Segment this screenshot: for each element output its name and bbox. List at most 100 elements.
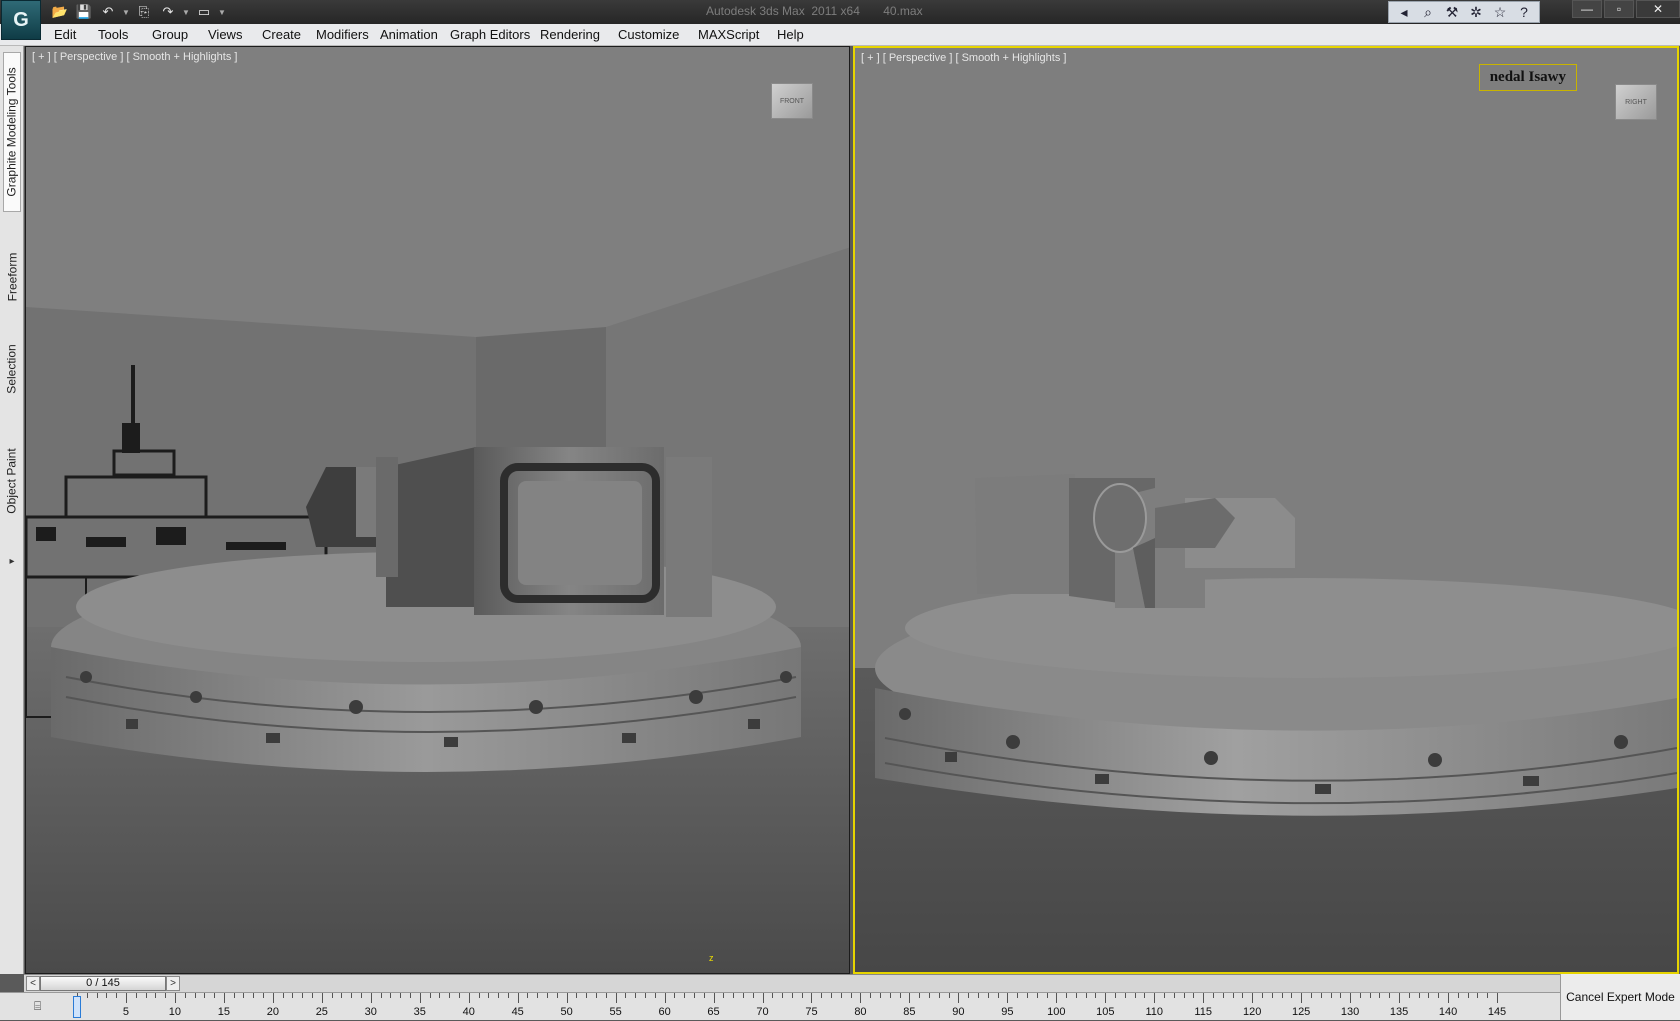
frame-tick (361, 993, 362, 998)
menu-create[interactable]: Create (262, 27, 301, 42)
menu-maxscript[interactable]: MAXScript (698, 27, 759, 42)
frame-tick (831, 993, 833, 998)
frame-tick (184, 993, 186, 998)
frame-tick (713, 993, 715, 1003)
frame-tick (791, 993, 793, 998)
project-folder-icon[interactable]: ▭ (194, 2, 214, 22)
search-icon[interactable]: ⌕ (1417, 2, 1439, 22)
frame-tick (263, 993, 265, 998)
frame-tick (1046, 993, 1048, 998)
minimize-button[interactable]: — (1572, 0, 1602, 18)
frame-tick-label: 15 (217, 1006, 231, 1018)
track-bar[interactable]: ⌸ 05101520253035404550556065707580859095… (0, 992, 1560, 1020)
favorites-icon[interactable]: ☆ (1489, 2, 1511, 22)
frame-tick (194, 993, 196, 998)
menu-tools[interactable]: Tools (98, 27, 128, 42)
frame-tick (1379, 993, 1381, 998)
frame-tick (341, 993, 343, 998)
frame-tick (899, 993, 901, 998)
frame-tick (1438, 993, 1440, 998)
cancel-expert-mode-button[interactable]: Cancel Expert Mode (1560, 974, 1680, 1020)
tab-graphite-modeling-tools[interactable]: Graphite Modeling Tools (3, 52, 21, 212)
frame-tick (889, 993, 891, 998)
frame-tick (223, 993, 225, 1003)
frame-tick (586, 993, 588, 998)
previous-frame-button[interactable]: < (26, 976, 40, 991)
time-slider[interactable]: 0 / 145 (40, 976, 166, 991)
redo-icon[interactable]: ↷ (158, 2, 178, 22)
menu-modifiers[interactable]: Modifiers (316, 27, 369, 42)
frame-tick (772, 993, 774, 998)
satellite-icon[interactable]: ✲ (1465, 2, 1487, 22)
frame-tick (1467, 993, 1469, 998)
menu-views[interactable]: Views (208, 27, 242, 42)
frame-tick (782, 993, 784, 998)
frame-tick-label: 65 (707, 1006, 720, 1018)
frame-tick (429, 993, 431, 998)
tab-freeform-label: Freeform (5, 252, 19, 302)
frame-tick (1026, 993, 1028, 998)
frame-tick (165, 993, 167, 998)
undo-icon[interactable]: ↶ (98, 2, 118, 22)
frame-tick (1350, 993, 1352, 1003)
frame-tick (938, 993, 940, 998)
frame-tick (1399, 993, 1401, 1003)
frame-tick-label: 50 (560, 1006, 573, 1018)
menu-customize[interactable]: Customize (618, 27, 679, 42)
menu-help[interactable]: Help (777, 27, 804, 42)
window-controls: — ▫ ✕ (1572, 0, 1680, 20)
frame-tick (351, 993, 353, 998)
frame-tick-label: 25 (315, 1006, 328, 1018)
viewport-perspective-right[interactable]: [ + ] [ Perspective ] [ Smooth + Highlig… (853, 46, 1679, 974)
menu-graph-editors[interactable]: Graph Editors (450, 27, 530, 42)
frame-tick (801, 993, 803, 998)
tab-selection[interactable]: Selection (3, 334, 21, 404)
ribbon-expand-icon[interactable]: ▸ (6, 556, 18, 574)
frame-tick (576, 993, 578, 998)
tab-object-paint[interactable]: Object Paint (3, 426, 21, 536)
frame-tick (1164, 993, 1166, 998)
redo-dropdown-icon[interactable]: ▼ (182, 2, 190, 22)
viewcube-right[interactable]: RIGHT (1615, 84, 1657, 120)
help-icon[interactable]: ? (1513, 2, 1535, 22)
frame-tick (615, 993, 617, 1003)
frame-ruler[interactable]: 0510152025303540455055606570758085909510… (72, 993, 1560, 1021)
frame-tick-label: 85 (903, 1006, 916, 1018)
frame-tick (449, 993, 451, 998)
frame-tick (762, 993, 764, 1003)
open-file-icon[interactable]: 📂 (50, 2, 70, 22)
close-button[interactable]: ✕ (1636, 0, 1680, 18)
frame-tick (106, 993, 108, 998)
restore-button[interactable]: ▫ (1604, 0, 1634, 18)
frame-tick-label: 130 (1340, 1006, 1360, 1018)
save-file-icon[interactable]: 💾 (74, 2, 94, 22)
track-bar-settings-icon[interactable]: ⌸ (34, 999, 54, 1015)
frame-tick (409, 993, 411, 998)
frame-tick (468, 993, 470, 1003)
frame-tick (909, 993, 911, 1003)
frame-tick (1154, 993, 1156, 1003)
tools-icon[interactable]: ⚒ (1441, 2, 1463, 22)
current-frame-marker[interactable] (73, 996, 81, 1018)
undo-dropdown-icon[interactable]: ▼ (122, 2, 130, 22)
menu-group[interactable]: Group (152, 27, 188, 42)
tab-freeform[interactable]: Freeform (3, 242, 21, 312)
viewport-perspective-left[interactable]: [ + ] [ Perspective ] [ Smooth + Highlig… (25, 46, 850, 974)
viewcube-front[interactable]: FRONT (771, 83, 813, 119)
copy-icon[interactable]: ⎘ (134, 2, 154, 22)
app-menu-button[interactable]: G (1, 0, 41, 40)
frame-tick (243, 993, 245, 998)
viewport-label-right[interactable]: [ + ] [ Perspective ] [ Smooth + Highlig… (861, 52, 1066, 64)
menu-edit[interactable]: Edit (54, 27, 76, 42)
next-frame-button[interactable]: > (166, 976, 180, 991)
frame-tick-label: 145 (1487, 1006, 1507, 1018)
frame-tick (507, 993, 509, 998)
collapse-arrow-icon[interactable]: ◂ (1393, 2, 1415, 22)
menu-animation[interactable]: Animation (380, 27, 438, 42)
customize-toolbar-icon[interactable]: ▼ (218, 2, 226, 22)
frame-tick (635, 993, 637, 998)
viewport-label-left[interactable]: [ + ] [ Perspective ] [ Smooth + Highlig… (32, 51, 237, 63)
frame-tick (380, 993, 382, 998)
frame-tick (850, 993, 852, 998)
menu-rendering[interactable]: Rendering (540, 27, 600, 42)
